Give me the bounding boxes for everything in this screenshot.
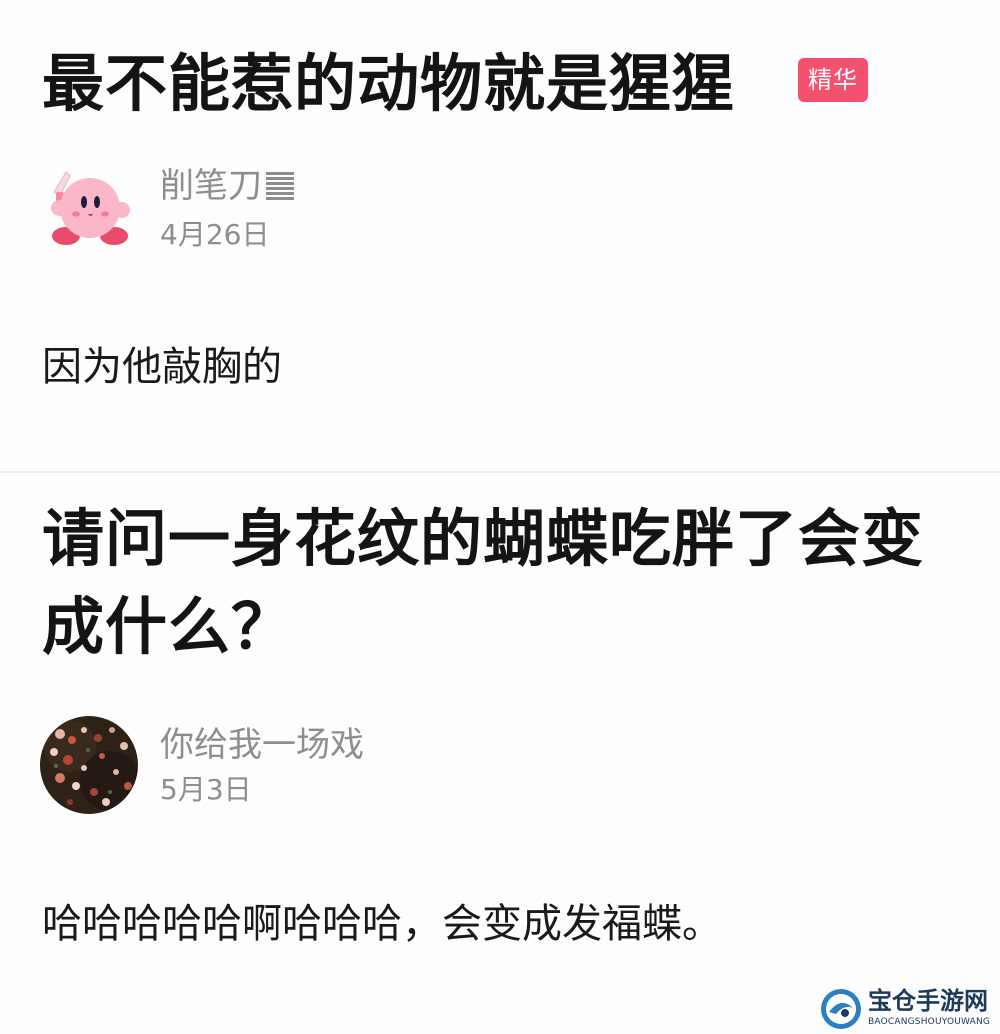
kirby-avatar[interactable] [44,162,136,254]
site-logo-icon [820,988,862,1030]
post-card[interactable]: 请问一身花纹的蝴蝶吃胖了会变成什么？ 你给我一场戏 5月3日 哈哈哈哈哈啊哈哈哈… [0,473,1000,1034]
post-date: 5月3日 [160,773,252,806]
watermark-subtitle: BAOCANGSHOUYOUWANG [868,1017,991,1027]
floral-avatar[interactable] [40,716,138,814]
post-card[interactable]: 最不能惹的动物就是猩猩 精华 削笔刀 4月26日 因为他敲胸的 [0,0,1000,472]
post-title[interactable]: 最不能惹的动物就是猩猩 [42,40,735,128]
post-content: 哈哈哈哈哈啊哈哈哈，会变成发福蝶。 [42,901,722,947]
featured-badge: 精华 [798,58,868,102]
author-name[interactable]: 削笔刀 [160,166,296,206]
post-title[interactable]: 请问一身花纹的蝴蝶吃胖了会变成什么？ [42,495,942,671]
site-watermark: 宝仓手游网 BAOCANGSHOUYOUWANG [820,986,996,1032]
bars-icon [264,166,296,206]
watermark-title: 宝仓手游网 [868,986,988,1015]
author-name-text: 削笔刀 [160,166,262,206]
post-content: 因为他敲胸的 [42,344,282,390]
post-date: 4月26日 [160,218,270,251]
author-name[interactable]: 你给我一场戏 [160,725,364,765]
